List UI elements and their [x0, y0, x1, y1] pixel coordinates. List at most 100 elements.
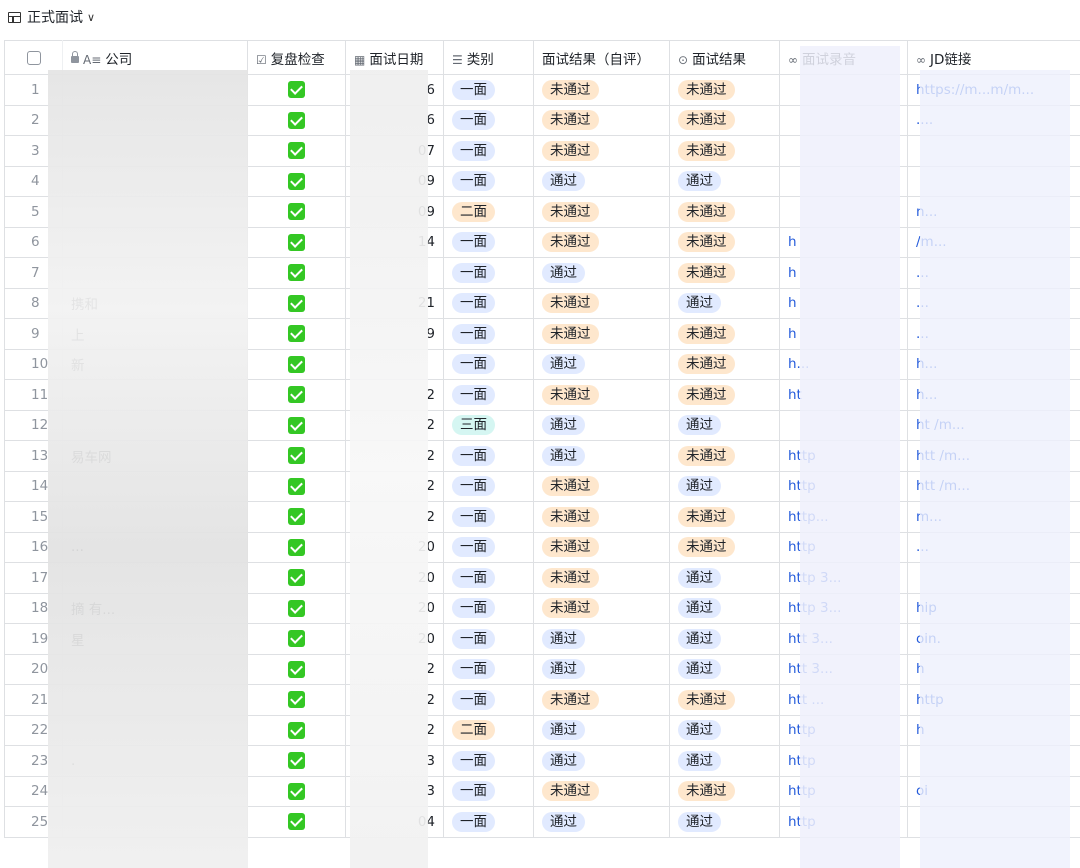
jd-link-cell[interactable]: h [907, 714, 1080, 746]
row-number-cell[interactable]: 6 [4, 226, 63, 258]
self-result-cell[interactable]: 未通过 [533, 226, 670, 258]
recording-link-cell[interactable]: htt 3... [779, 653, 908, 685]
company-cell[interactable] [62, 257, 248, 289]
jd-link[interactable]: hip [916, 600, 937, 616]
jd-link-cell[interactable]: http [907, 684, 1080, 716]
checked-checkbox-icon[interactable] [288, 416, 305, 434]
result-cell[interactable]: 未通过 [669, 196, 780, 228]
company-cell[interactable] [62, 775, 248, 807]
checked-checkbox-icon[interactable] [288, 325, 305, 343]
jd-link[interactable]: ... [916, 295, 929, 311]
row-number-cell[interactable]: 18 [4, 592, 63, 624]
row-number-cell[interactable]: 23 [4, 745, 63, 777]
jd-link[interactable]: https://m...m/m... [916, 82, 1034, 98]
table-row[interactable]: 17 20 一面 未通过 通过 http 3... [4, 562, 1080, 594]
row-number-cell[interactable]: 22 [4, 714, 63, 746]
jd-link[interactable]: .... [916, 112, 933, 128]
jd-link[interactable]: ... [916, 326, 929, 342]
recording-link-cell[interactable]: http [779, 531, 908, 563]
recording-link-cell[interactable]: h... [779, 348, 908, 380]
row-number-cell[interactable]: 17 [4, 562, 63, 594]
jd-link[interactable]: h... [916, 356, 937, 372]
review-check-cell[interactable] [247, 531, 346, 563]
result-cell[interactable]: 未通过 [669, 379, 780, 411]
row-number-cell[interactable]: 4 [4, 165, 63, 197]
col-header-result[interactable]: ⊙ 面试结果 [669, 40, 780, 75]
table-row[interactable]: 15 2 一面 未通过 未通过 http... m... [4, 501, 1080, 533]
jd-link-cell[interactable]: ... [907, 257, 1080, 289]
recording-link[interactable]: http... [788, 509, 829, 525]
table-row[interactable]: 10 新 一面 通过 未通过 h... h... [4, 348, 1080, 380]
table-row[interactable]: 11 2 一面 未通过 未通过 ht h... [4, 379, 1080, 411]
checked-checkbox-icon[interactable] [288, 721, 305, 739]
result-cell[interactable]: 未通过 [669, 531, 780, 563]
table-row[interactable]: 22 2 二面 通过 通过 http h [4, 714, 1080, 746]
table-row[interactable]: 19 星 20 一面 通过 通过 htt 3... oin. [4, 623, 1080, 655]
date-cell[interactable]: 21 [345, 287, 444, 319]
row-number-cell[interactable]: 9 [4, 318, 63, 350]
col-header-self-result[interactable]: 面试结果（自评） [533, 40, 670, 75]
jd-link-cell[interactable] [907, 135, 1080, 167]
self-result-cell[interactable]: 未通过 [533, 196, 670, 228]
recording-link-cell[interactable] [779, 409, 908, 441]
self-result-cell[interactable]: 未通过 [533, 501, 670, 533]
date-cell[interactable]: 2 [345, 653, 444, 685]
jd-link[interactable]: ... [916, 539, 929, 555]
result-cell[interactable]: 未通过 [669, 74, 780, 106]
recording-link-cell[interactable]: http 3... [779, 592, 908, 624]
checked-checkbox-icon[interactable] [288, 264, 305, 282]
company-cell[interactable]: 摘 有... [62, 592, 248, 624]
company-cell[interactable] [62, 501, 248, 533]
table-row[interactable]: 5 09 二面 未通过 未通过 n... [4, 196, 1080, 228]
company-cell[interactable] [62, 409, 248, 441]
self-result-cell[interactable]: 通过 [533, 714, 670, 746]
recording-link[interactable]: htt 3... [788, 661, 833, 677]
recording-link[interactable]: h [788, 326, 797, 342]
jd-link-cell[interactable]: ... [907, 531, 1080, 563]
recording-link-cell[interactable]: htt 3... [779, 623, 908, 655]
date-cell[interactable]: 3 [345, 775, 444, 807]
row-number-cell[interactable]: 10 [4, 348, 63, 380]
jd-link-cell[interactable]: hip [907, 592, 1080, 624]
date-cell[interactable]: 20 [345, 623, 444, 655]
review-check-cell[interactable] [247, 348, 346, 380]
result-cell[interactable]: 未通过 [669, 440, 780, 472]
self-result-cell[interactable]: 通过 [533, 348, 670, 380]
jd-link-cell[interactable]: https://m...m/m... [907, 74, 1080, 106]
result-cell[interactable]: 通过 [669, 409, 780, 441]
category-cell[interactable]: 一面 [443, 104, 534, 136]
category-cell[interactable]: 三面 [443, 409, 534, 441]
self-result-cell[interactable]: 未通过 [533, 562, 670, 594]
recording-link[interactable]: htt ... [788, 692, 824, 708]
category-cell[interactable]: 二面 [443, 196, 534, 228]
review-check-cell[interactable] [247, 257, 346, 289]
checked-checkbox-icon[interactable] [288, 233, 305, 251]
review-check-cell[interactable] [247, 440, 346, 472]
self-result-cell[interactable]: 未通过 [533, 74, 670, 106]
category-cell[interactable]: 一面 [443, 74, 534, 106]
result-cell[interactable]: 未通过 [669, 257, 780, 289]
jd-link-cell[interactable] [907, 806, 1080, 838]
self-result-cell[interactable]: 通过 [533, 806, 670, 838]
category-cell[interactable]: 一面 [443, 745, 534, 777]
date-cell[interactable]: 2 [345, 684, 444, 716]
checked-checkbox-icon[interactable] [288, 81, 305, 99]
col-header-company[interactable]: A≡ 公司 [62, 40, 248, 75]
date-cell[interactable]: 2 [345, 501, 444, 533]
jd-link-cell[interactable]: n... [907, 196, 1080, 228]
category-cell[interactable]: 一面 [443, 226, 534, 258]
date-cell[interactable]: 14 [345, 226, 444, 258]
self-result-cell[interactable]: 通过 [533, 440, 670, 472]
category-cell[interactable]: 一面 [443, 806, 534, 838]
checked-checkbox-icon[interactable] [288, 813, 305, 831]
company-cell[interactable] [62, 226, 248, 258]
company-cell[interactable] [62, 135, 248, 167]
review-check-cell[interactable] [247, 318, 346, 350]
table-row[interactable]: 24 3 一面 未通过 未通过 http oi [4, 775, 1080, 807]
table-row[interactable]: 12 2 三面 通过 通过 ht /m... [4, 409, 1080, 441]
jd-link[interactable]: htt /m... [916, 448, 970, 464]
recording-link[interactable]: h [788, 265, 797, 281]
self-result-cell[interactable]: 通过 [533, 623, 670, 655]
checked-checkbox-icon[interactable] [288, 538, 305, 556]
company-cell[interactable] [62, 379, 248, 411]
